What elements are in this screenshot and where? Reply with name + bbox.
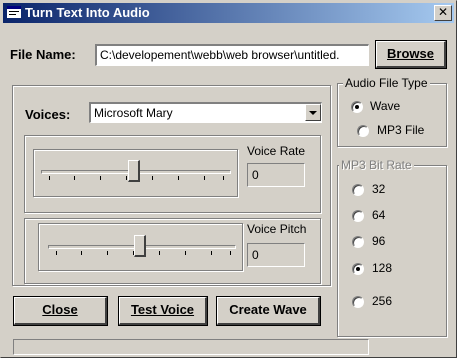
radio-bitrate-32-label: 32: [372, 182, 386, 196]
voices-selected-value: Microsoft Mary: [94, 106, 173, 120]
browse-button[interactable]: Browse: [375, 40, 447, 69]
radio-bitrate-96[interactable]: [352, 236, 364, 248]
voice-rate-slider[interactable]: [41, 157, 231, 187]
create-wave-button[interactable]: Create Wave: [216, 296, 321, 326]
radio-bitrate-128-label: 128: [372, 261, 393, 275]
audio-file-type-title: Audio File Type: [343, 76, 430, 90]
voice-rate-value: 0: [247, 163, 305, 187]
voices-label: Voices:: [25, 107, 71, 122]
radio-bitrate-256[interactable]: [352, 296, 364, 308]
test-voice-button-label: Test Voice: [130, 302, 195, 317]
mp3-bit-rate-title: MP3 Bit Rate: [339, 158, 414, 172]
window-title: Turn Text Into Audio: [25, 5, 150, 20]
voice-pitch-value: 0: [247, 243, 305, 267]
audio-file-type-group: [337, 83, 447, 147]
status-bar: [13, 339, 369, 355]
file-name-label: File Name:: [10, 47, 76, 62]
title-bar[interactable]: Turn Text Into Audio ✕: [3, 3, 454, 23]
voice-pitch-slider-thumb[interactable]: [134, 235, 146, 257]
browse-button-label: Browse: [387, 46, 434, 61]
radio-bitrate-64-label: 64: [372, 208, 386, 222]
radio-wave[interactable]: [351, 101, 363, 113]
radio-mp3-file[interactable]: [357, 125, 369, 137]
voice-pitch-slider[interactable]: [48, 232, 236, 262]
close-window-icon[interactable]: ✕: [434, 5, 452, 21]
app-window-icon: [7, 6, 21, 18]
radio-mp3-file-label: MP3 File: [377, 123, 425, 137]
voice-rate-slider-thumb[interactable]: [128, 160, 140, 182]
chevron-down-icon[interactable]: [305, 104, 321, 121]
close-button-label: Close: [42, 302, 78, 317]
file-name-input[interactable]: C:\developement\webb\web browser\untitle…: [95, 44, 369, 66]
radio-wave-label: Wave: [370, 99, 401, 113]
radio-bitrate-32[interactable]: [352, 184, 364, 196]
radio-bitrate-256-label: 256: [372, 294, 393, 308]
radio-bitrate-64[interactable]: [352, 210, 364, 222]
voice-pitch-label: Voice Pitch: [247, 222, 307, 236]
close-button[interactable]: Close: [13, 296, 108, 326]
test-voice-button[interactable]: Test Voice: [118, 296, 208, 326]
app-window: Turn Text Into Audio ✕ File Name: C:\dev…: [0, 0, 457, 358]
voice-rate-label: Voice Rate: [247, 144, 306, 158]
create-wave-button-label: Create Wave: [229, 302, 307, 317]
radio-bitrate-128[interactable]: [352, 263, 364, 275]
voices-dropdown[interactable]: Microsoft Mary: [89, 102, 322, 123]
radio-bitrate-96-label: 96: [372, 234, 386, 248]
